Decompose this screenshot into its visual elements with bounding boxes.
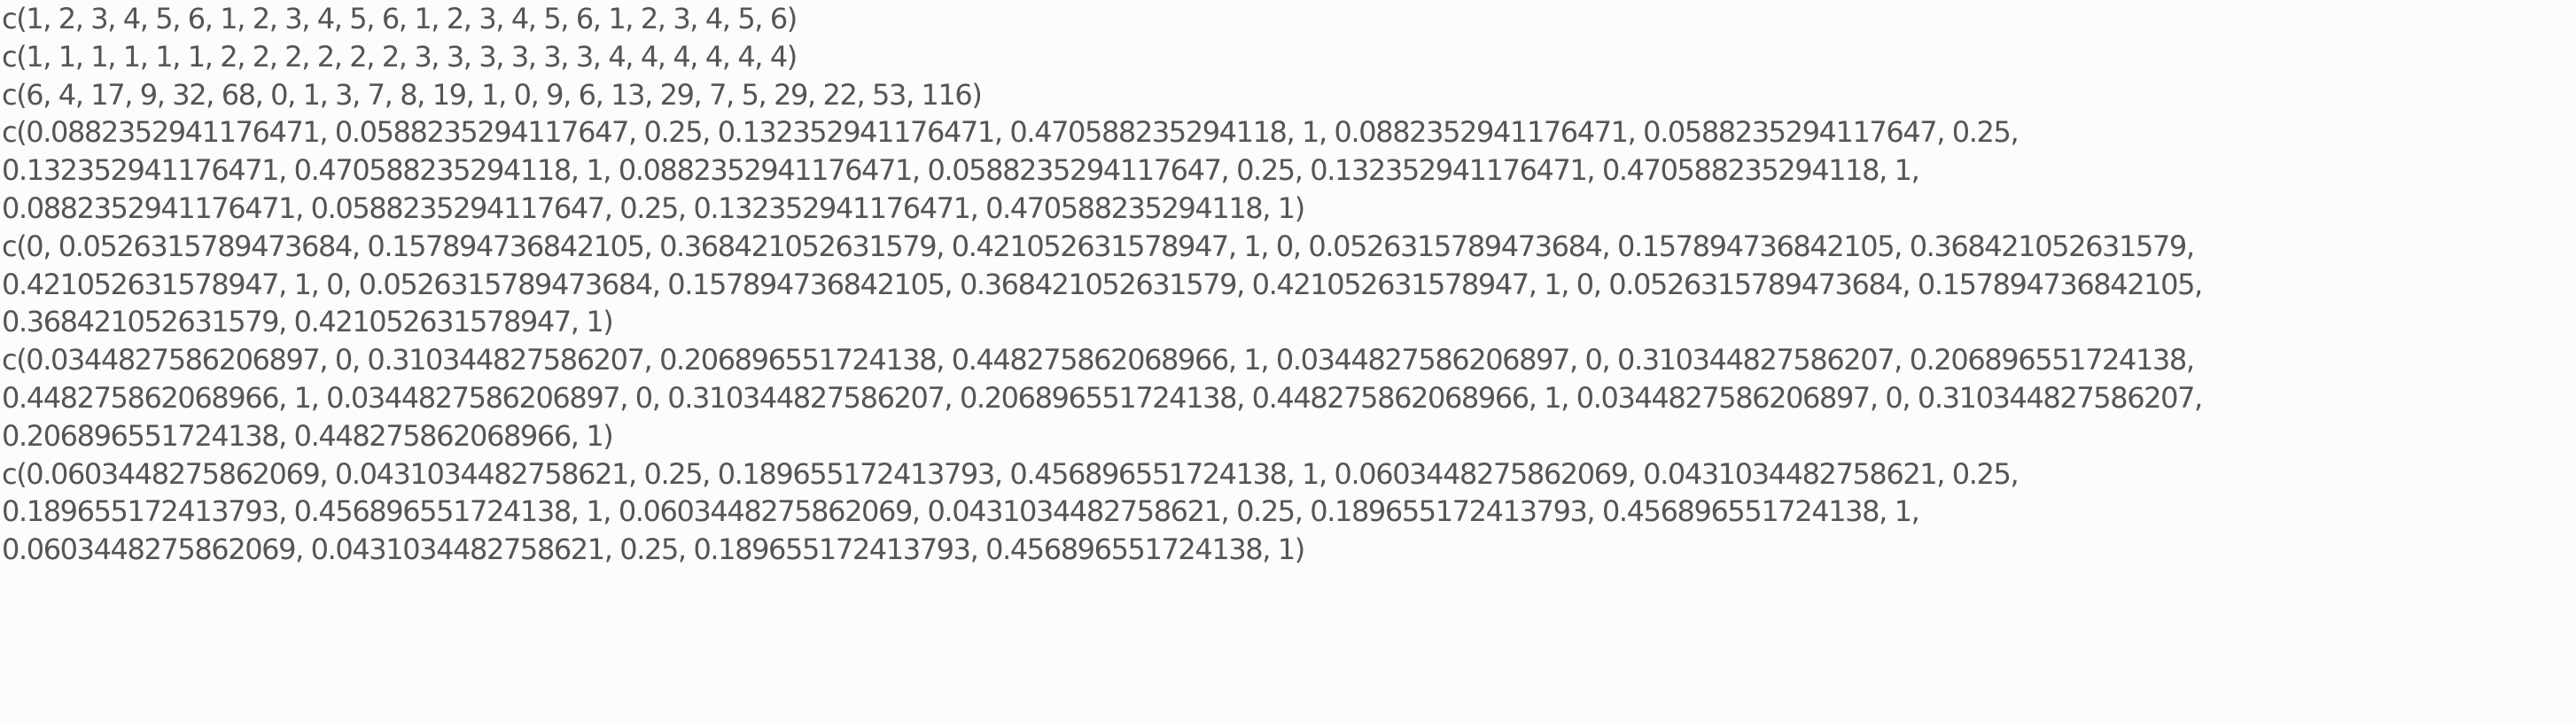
output-line: 0.0882352941176471, 0.0588235294117647, … <box>2 190 1305 225</box>
output-line: c(0.0603448275862069, 0.0431034482758621… <box>2 456 2020 491</box>
console-output: c(1, 2, 3, 4, 5, 6, 1, 2, 3, 4, 5, 6, 1,… <box>2 0 2572 569</box>
output-line: c(0.0344827586206897, 0, 0.3103448275862… <box>2 343 2195 377</box>
output-line: 0.421052631578947, 1, 0, 0.0526315789473… <box>2 267 2203 301</box>
output-line: 0.0603448275862069, 0.0431034482758621, … <box>2 533 1305 567</box>
output-line: c(0, 0.0526315789473684, 0.1578947368421… <box>2 229 2195 263</box>
output-line: c(6, 4, 17, 9, 32, 68, 0, 1, 3, 7, 8, 19… <box>2 77 983 112</box>
output-line: 0.368421052631579, 0.421052631578947, 1) <box>2 305 614 339</box>
output-line: c(1, 2, 3, 4, 5, 6, 1, 2, 3, 4, 5, 6, 1,… <box>2 2 798 35</box>
output-line: 0.448275862068966, 1, 0.0344827586206897… <box>2 380 2203 415</box>
output-line: 0.206896551724138, 0.448275862068966, 1) <box>2 418 614 453</box>
output-line: 0.189655172413793, 0.456896551724138, 1,… <box>2 494 1920 529</box>
output-line: c(0.0882352941176471, 0.0588235294117647… <box>2 115 2020 150</box>
output-line: 0.132352941176471, 0.470588235294118, 1,… <box>2 153 1920 188</box>
output-line: c(1, 1, 1, 1, 1, 1, 2, 2, 2, 2, 2, 2, 3,… <box>2 39 798 74</box>
